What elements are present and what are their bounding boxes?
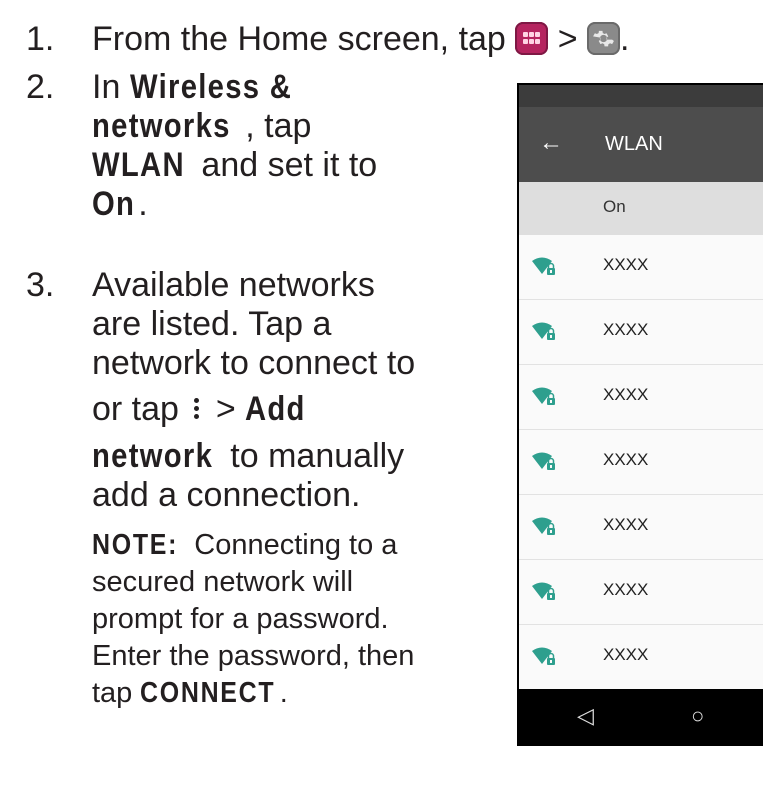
add-network-label: Add xyxy=(245,390,306,428)
step-text: In Wireless & xyxy=(92,68,292,106)
network-name: XXXX xyxy=(603,320,649,339)
step-text: or tap xyxy=(92,390,179,428)
wifi-lock-icon xyxy=(531,322,557,347)
note-label: NOTE: xyxy=(92,529,179,561)
wifi-lock-icon xyxy=(531,647,557,672)
toggle-label: On xyxy=(603,197,626,216)
network-row[interactable]: XXXX xyxy=(519,235,763,300)
step-text: . xyxy=(620,20,630,58)
step-number: 1. xyxy=(26,20,55,58)
step-number: 3. xyxy=(26,266,55,304)
note-text: Enter the password, then xyxy=(92,640,415,672)
network-name: XXXX xyxy=(603,385,649,404)
app-bar: ← WLAN xyxy=(519,107,763,182)
nav-back-icon[interactable]: ◁ xyxy=(577,703,594,729)
step-text: Available networks xyxy=(92,266,375,304)
add-network-label: network xyxy=(92,437,214,475)
network-name: XXXX xyxy=(603,580,649,599)
step-text: network to connect to xyxy=(92,344,416,382)
step-text: are listed. Tap a xyxy=(92,305,332,343)
status-bar xyxy=(519,85,763,107)
network-name: XXXX xyxy=(603,450,649,469)
network-row[interactable]: XXXX xyxy=(519,560,763,625)
step-text: From the Home screen, tap xyxy=(92,20,506,58)
more-vert-icon xyxy=(194,395,200,422)
wifi-lock-icon xyxy=(531,452,557,477)
step-text: > xyxy=(557,20,578,58)
network-row[interactable]: XXXX xyxy=(519,300,763,365)
wireless-networks-label: networks xyxy=(92,107,231,145)
wifi-lock-icon xyxy=(531,387,557,412)
phone-screenshot: ← WLAN On XXXX XXXX XXXX XXXX XXXX XXXX XXXX ◁… xyxy=(517,83,763,746)
nav-home-icon[interactable]: ○ xyxy=(691,703,704,729)
nav-bar: ◁ ○ xyxy=(519,689,763,746)
wireless-networks-label: Wireless & xyxy=(129,68,292,106)
wifi-lock-icon xyxy=(531,517,557,542)
note-text: secured network will xyxy=(92,566,354,598)
on-label: On xyxy=(92,185,136,223)
wlan-label: WLAN xyxy=(92,146,185,184)
network-name: XXXX xyxy=(603,645,649,664)
note-text: prompt for a password. xyxy=(92,603,389,635)
network-name: XXXX xyxy=(603,255,649,274)
step-number: 2. xyxy=(26,68,55,106)
screen-title: WLAN xyxy=(605,133,663,155)
back-arrow-icon[interactable]: ← xyxy=(539,129,563,157)
wlan-toggle-row[interactable]: On xyxy=(519,182,763,235)
wifi-lock-icon xyxy=(531,582,557,607)
step-text: add a connection. xyxy=(92,476,361,514)
network-list: XXXX XXXX XXXX XXXX XXXX XXXX XXXX xyxy=(519,235,763,690)
network-row[interactable]: XXXX xyxy=(519,365,763,430)
settings-gear-icon xyxy=(587,22,621,55)
network-name: XXXX xyxy=(603,515,649,534)
network-row[interactable]: XXXX xyxy=(519,430,763,495)
network-row[interactable]: XXXX xyxy=(519,495,763,560)
network-row[interactable]: XXXX xyxy=(519,625,763,690)
wifi-lock-icon xyxy=(531,257,557,282)
apps-icon xyxy=(515,22,549,55)
connect-label: CONNECT xyxy=(140,677,276,709)
